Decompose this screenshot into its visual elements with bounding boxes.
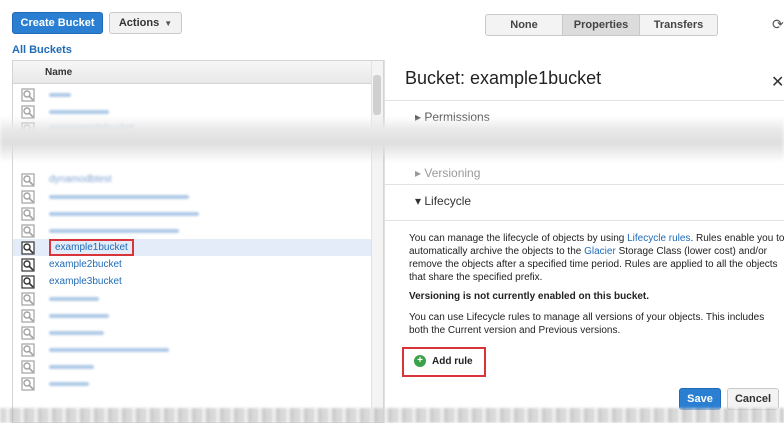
view-properties-button[interactable]: Properties: [562, 14, 640, 36]
torn-edge-band: [0, 116, 784, 162]
close-icon[interactable]: ✕: [771, 72, 784, 92]
divider: [385, 184, 784, 185]
bucket-row[interactable]: [13, 307, 371, 324]
breadcrumb-all-buckets[interactable]: All Buckets: [12, 44, 72, 56]
lifecycle-label: Lifecycle: [424, 194, 472, 208]
bucket-list-header: Name: [13, 61, 383, 84]
chevron-down-icon: ▼: [164, 18, 173, 28]
scrollbar-thumb[interactable]: [373, 75, 381, 115]
bucket-name-redacted: [49, 347, 169, 352]
bucket-row[interactable]: [13, 86, 371, 103]
bucket-row[interactable]: example1bucket: [13, 239, 371, 256]
plus-circle-icon: +: [414, 355, 426, 367]
versions-note: You can use Lifecycle rules to manage al…: [409, 312, 765, 336]
triangle-down-icon: ▾: [415, 194, 425, 208]
bucket-row[interactable]: [13, 188, 371, 205]
bucket-row[interactable]: example2bucket: [13, 256, 371, 273]
bucket-name-redacted: [49, 296, 99, 301]
bucket-list-panel: Name awsexamplebucketdynamodbtestexample…: [12, 60, 384, 423]
view-transfers-button[interactable]: Transfers: [639, 14, 718, 36]
bucket-row[interactable]: [13, 324, 371, 341]
glacier-link[interactable]: Glacier: [584, 246, 616, 257]
bucket-name-redacted: [49, 211, 199, 216]
save-button[interactable]: Save: [679, 388, 721, 410]
bucket-icon: [21, 274, 35, 289]
triangle-right-icon: ▸: [415, 166, 425, 180]
add-rule-button[interactable]: + Add rule: [414, 355, 473, 367]
bucket-row[interactable]: [13, 290, 371, 307]
torn-edge-bottom: [0, 408, 784, 423]
bucket-row[interactable]: [13, 341, 371, 358]
bucket-icon: [21, 240, 35, 255]
properties-panel: Bucket: example1bucket ✕ ▸ Permissions ▸…: [384, 60, 784, 423]
bucket-name[interactable]: example1bucket: [49, 239, 134, 256]
cancel-button[interactable]: Cancel: [727, 388, 779, 410]
bucket-row[interactable]: [13, 205, 371, 222]
bucket-row[interactable]: example3bucket: [13, 273, 371, 290]
versioning-section-toggle[interactable]: ▸ Versioning: [415, 166, 480, 180]
bucket-name[interactable]: example3bucket: [49, 276, 122, 287]
view-none-button[interactable]: None: [485, 14, 563, 36]
bucket-row[interactable]: [13, 358, 371, 375]
bucket-name-redacted: [49, 364, 94, 369]
versioning-label: Versioning: [424, 166, 481, 180]
bucket-name-redacted: [49, 109, 109, 114]
bucket-icon: [21, 223, 35, 238]
bucket-icon: [21, 325, 35, 340]
text: You can manage the lifecycle of objects …: [409, 233, 625, 244]
bucket-name-redacted: [49, 313, 109, 318]
bucket-name-redacted: [49, 381, 89, 386]
bucket-name[interactable]: dynamodbtest: [49, 174, 112, 185]
divider: [385, 100, 784, 101]
actions-dropdown[interactable]: Actions ▼: [109, 12, 182, 34]
bucket-icon: [21, 172, 35, 187]
bucket-icon: [21, 376, 35, 391]
bucket-icon: [21, 308, 35, 323]
add-rule-label: Add rule: [432, 355, 473, 367]
bucket-name-redacted: [49, 194, 189, 199]
bucket-icon: [21, 291, 35, 306]
bucket-icon: [21, 342, 35, 357]
name-column-header[interactable]: Name: [45, 67, 72, 78]
bucket-row[interactable]: [13, 375, 371, 392]
refresh-icon[interactable]: ⟳: [772, 16, 784, 33]
actions-label: Actions: [118, 17, 160, 29]
bucket-name-redacted: [49, 330, 104, 335]
bucket-icon: [21, 359, 35, 374]
lifecycle-rules-link[interactable]: Lifecycle rules: [627, 233, 690, 244]
divider: [385, 220, 784, 221]
bucket-name-redacted: [49, 228, 179, 233]
bucket-row[interactable]: [13, 222, 371, 239]
bucket-row[interactable]: dynamodbtest: [13, 171, 371, 188]
panel-title: Bucket: example1bucket: [405, 68, 602, 88]
bucket-icon: [21, 87, 35, 102]
versioning-warning: Versioning is not currently enabled on t…: [409, 291, 650, 302]
bucket-icon: [21, 206, 35, 221]
bucket-icon: [21, 257, 35, 272]
lifecycle-description: You can manage the lifecycle of objects …: [409, 232, 784, 284]
bucket-name-redacted: [49, 92, 71, 97]
bucket-icon: [21, 189, 35, 204]
create-bucket-button[interactable]: Create Bucket: [12, 12, 103, 34]
lifecycle-section-toggle[interactable]: ▾ Lifecycle: [415, 194, 471, 208]
toolbar: Create Bucket Actions ▼ None Properties …: [0, 0, 784, 44]
bucket-name[interactable]: example2bucket: [49, 259, 122, 270]
